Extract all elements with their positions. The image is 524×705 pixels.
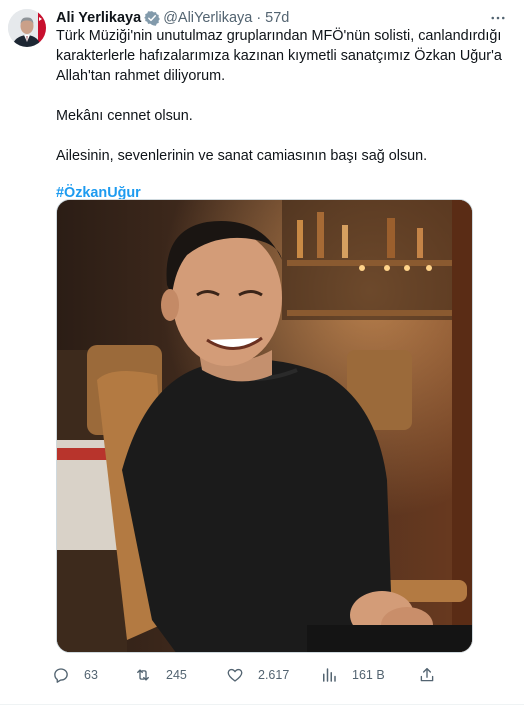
reply-button[interactable]: 63 (52, 662, 98, 688)
views-count: 161 B (352, 668, 385, 682)
reply-count: 63 (84, 668, 98, 682)
tweet-photo[interactable] (56, 199, 473, 653)
timestamp[interactable]: 57d (265, 10, 289, 26)
verified-badge-icon (144, 10, 161, 26)
tweet-text: Türk Müziği'nin unutulmaz gruplarından M… (56, 26, 508, 203)
heart-icon (226, 666, 244, 684)
retweet-count: 245 (166, 668, 187, 682)
tweet-actions: 63 245 2.617 161 B (52, 662, 452, 688)
like-count: 2.617 (258, 668, 290, 682)
avatar[interactable] (8, 9, 46, 47)
tweet-paragraph: Türk Müziği'nin unutulmaz gruplarından M… (56, 28, 502, 84)
tweet-paragraph: Ailesinin, sevenlerinin ve sanat camiası… (56, 148, 428, 164)
author-handle[interactable]: @AliYerlikaya (163, 10, 252, 26)
share-icon (418, 666, 436, 684)
views-button[interactable]: 161 B (320, 662, 385, 688)
separator-dot: · (256, 10, 262, 26)
reply-icon (52, 666, 70, 684)
author-display-name[interactable]: Ali Yerlikaya (56, 10, 141, 26)
more-options-icon[interactable] (488, 8, 508, 28)
tweet-header: Ali Yerlikaya @AliYerlikaya · 57d (56, 8, 508, 28)
tweet[interactable]: Ali Yerlikaya @AliYerlikaya · 57d Türk M… (0, 0, 524, 705)
retweet-icon (134, 666, 152, 684)
retweet-button[interactable]: 245 (134, 662, 187, 688)
like-button[interactable]: 2.617 (226, 662, 289, 688)
tweet-paragraph: Mekânı cennet olsun. (56, 108, 193, 124)
views-chart-icon (320, 666, 338, 684)
share-button[interactable] (418, 662, 436, 688)
